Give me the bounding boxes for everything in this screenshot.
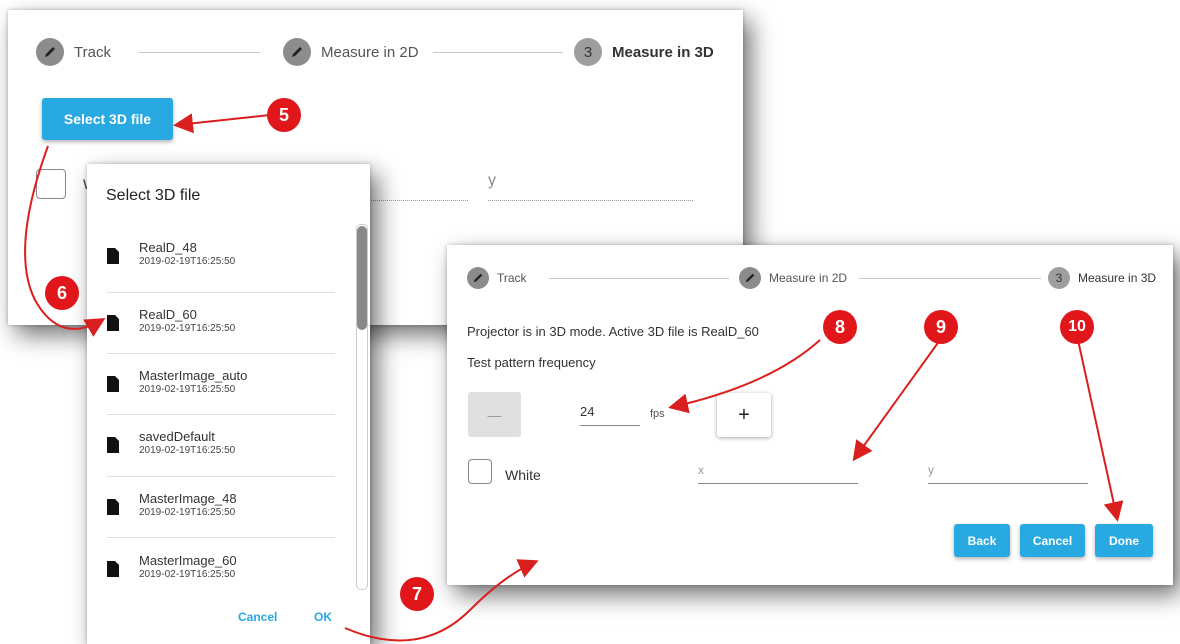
select-3d-file-button[interactable]: Select 3D file bbox=[42, 98, 173, 140]
file-date: 2019-02-19T16:25:50 bbox=[139, 569, 236, 580]
file-icon bbox=[107, 315, 119, 331]
x-field[interactable] bbox=[368, 180, 468, 201]
step-label: Track bbox=[497, 271, 527, 285]
step-measure-3d[interactable]: 3 Measure in 3D bbox=[574, 38, 714, 66]
step-label: Measure in 3D bbox=[612, 43, 714, 61]
fps-input[interactable] bbox=[580, 405, 640, 426]
pencil-icon bbox=[739, 267, 761, 289]
step-track[interactable]: Track bbox=[36, 38, 111, 66]
white-checkbox[interactable] bbox=[36, 169, 66, 199]
file-item[interactable]: RealD_60 2019-02-19T16:25:50 bbox=[87, 293, 347, 353]
step-connector bbox=[859, 278, 1041, 279]
file-name: MasterImage_60 bbox=[139, 553, 237, 568]
step-label: Track bbox=[74, 43, 111, 61]
file-date: 2019-02-19T16:25:50 bbox=[139, 256, 236, 267]
step-connector bbox=[138, 52, 260, 53]
status-text: Projector is in 3D mode. Active 3D file … bbox=[467, 324, 759, 339]
file-name: MasterImage_48 bbox=[139, 491, 237, 506]
file-date: 2019-02-19T16:25:50 bbox=[139, 507, 236, 518]
file-item[interactable]: RealD_48 2019-02-19T16:25:50 bbox=[87, 226, 347, 286]
file-name: RealD_48 bbox=[139, 240, 197, 255]
y-field[interactable] bbox=[488, 180, 693, 201]
dialog-cancel-button[interactable]: Cancel bbox=[238, 610, 277, 624]
file-icon bbox=[107, 376, 119, 392]
list-divider bbox=[107, 537, 335, 538]
dialog-title: Select 3D file bbox=[106, 187, 201, 204]
scrollbar-thumb[interactable] bbox=[357, 226, 367, 330]
marker-9: 9 bbox=[924, 310, 958, 344]
step-measure-2d[interactable]: Measure in 2D bbox=[283, 38, 419, 66]
back-button[interactable]: Back bbox=[954, 524, 1010, 557]
file-date: 2019-02-19T16:25:50 bbox=[139, 323, 236, 334]
done-button[interactable]: Done bbox=[1095, 524, 1153, 557]
file-icon bbox=[107, 437, 119, 453]
decrement-button[interactable]: — bbox=[468, 392, 521, 437]
pencil-icon bbox=[283, 38, 311, 66]
fps-unit: fps bbox=[650, 408, 665, 420]
file-item[interactable]: savedDefault 2019-02-19T16:25:50 bbox=[87, 415, 347, 475]
file-date: 2019-02-19T16:25:50 bbox=[139, 384, 236, 395]
file-item[interactable]: MasterImage_48 2019-02-19T16:25:50 bbox=[87, 477, 347, 537]
step-label: Measure in 2D bbox=[321, 43, 419, 61]
marker-7: 7 bbox=[400, 577, 434, 611]
white-checkbox[interactable] bbox=[468, 459, 492, 484]
file-item[interactable]: MasterImage_auto 2019-02-19T16:25:50 bbox=[87, 354, 347, 414]
step-measure-2d[interactable]: Measure in 2D bbox=[739, 267, 847, 289]
measure-3d-panel: Track Measure in 2D 3 Measure in 3D Proj… bbox=[447, 245, 1173, 585]
file-icon bbox=[107, 561, 119, 577]
step-number: 3 bbox=[574, 38, 602, 66]
marker-6: 6 bbox=[45, 276, 79, 310]
step-measure-3d[interactable]: 3 Measure in 3D bbox=[1048, 267, 1156, 289]
step-connector bbox=[549, 278, 729, 279]
increment-button[interactable]: + bbox=[717, 393, 771, 437]
dialog-ok-button[interactable]: OK bbox=[314, 610, 332, 624]
step-track[interactable]: Track bbox=[467, 267, 527, 289]
file-icon bbox=[107, 248, 119, 264]
file-name: RealD_60 bbox=[139, 307, 197, 322]
pencil-icon bbox=[36, 38, 64, 66]
file-item[interactable]: MasterImage_60 2019-02-19T16:25:50 bbox=[87, 539, 347, 599]
select-3d-file-dialog: Select 3D file RealD_48 2019-02-19T16:25… bbox=[87, 164, 370, 644]
step-label: Measure in 3D bbox=[1078, 271, 1157, 285]
step-number: 3 bbox=[1048, 267, 1070, 289]
pencil-icon bbox=[467, 267, 489, 289]
x-input[interactable] bbox=[698, 463, 858, 484]
y-input[interactable] bbox=[928, 463, 1088, 484]
marker-5: 5 bbox=[267, 98, 301, 132]
cancel-button[interactable]: Cancel bbox=[1020, 524, 1085, 557]
file-name: savedDefault bbox=[139, 429, 215, 444]
file-name: MasterImage_auto bbox=[139, 368, 248, 383]
white-label: White bbox=[505, 467, 541, 483]
marker-8: 8 bbox=[823, 310, 857, 344]
marker-10: 10 bbox=[1060, 310, 1094, 344]
file-date: 2019-02-19T16:25:50 bbox=[139, 445, 236, 456]
step-connector bbox=[433, 52, 563, 53]
step-label: Measure in 2D bbox=[769, 271, 848, 285]
frequency-label: Test pattern frequency bbox=[467, 355, 596, 370]
file-icon bbox=[107, 499, 119, 515]
